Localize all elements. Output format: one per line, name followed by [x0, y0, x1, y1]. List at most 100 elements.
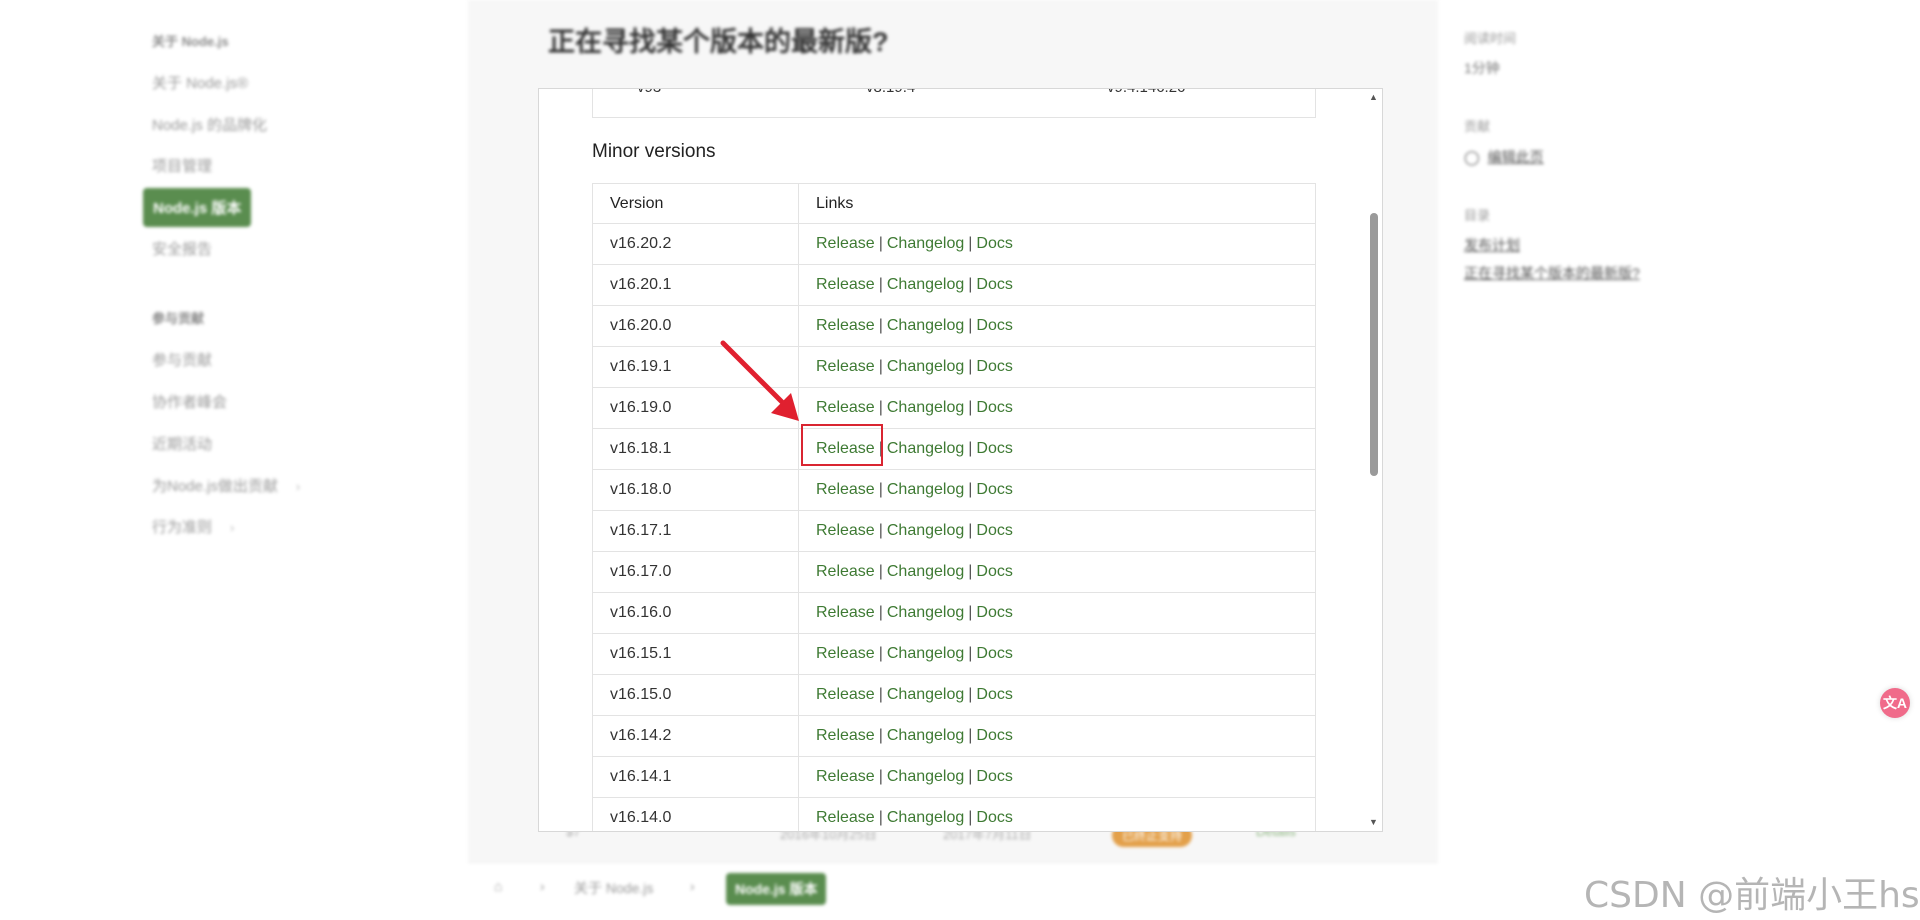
version-cell: v16.17.0	[592, 551, 799, 593]
separator: |	[878, 522, 883, 539]
changelog-link[interactable]: Changelog	[887, 522, 964, 539]
changelog-link[interactable]: Changelog	[887, 399, 964, 416]
nav-item-get-involved-label: 为Node.js做出贡献	[152, 478, 278, 495]
docs-link[interactable]: Docs	[976, 440, 1012, 457]
separator: |	[968, 481, 973, 498]
nav-item-security[interactable]: 安全报告	[152, 238, 212, 259]
nav-item-about[interactable]: 关于 Node.js®	[152, 72, 248, 93]
scroll-up-icon[interactable]: ▲	[1369, 92, 1378, 102]
release-link[interactable]: Release	[816, 604, 875, 621]
changelog-link[interactable]: Changelog	[887, 317, 964, 334]
table-row: v16.17.0 Release | Changelog | Docs	[592, 551, 1316, 593]
separator: |	[968, 317, 973, 334]
changelog-link[interactable]: Changelog	[887, 727, 964, 744]
nav-item-governance[interactable]: 项目管理	[152, 155, 212, 176]
links-cell: Release | Changelog | Docs	[798, 551, 1316, 593]
separator: |	[968, 563, 973, 580]
version-cell: v16.14.1	[592, 756, 799, 798]
table-row: v16.14.0 Release | Changelog | Docs	[592, 797, 1316, 831]
release-link[interactable]: Release	[816, 276, 875, 293]
nav-item-branding[interactable]: Node.js 的品牌化	[152, 114, 267, 135]
toc-label: 目录	[1464, 208, 1491, 223]
github-icon: ◯	[1464, 149, 1480, 165]
docs-link[interactable]: Docs	[976, 809, 1012, 826]
docs-link[interactable]: Docs	[976, 645, 1012, 662]
changelog-link[interactable]: Changelog	[887, 768, 964, 785]
separator: |	[968, 440, 973, 457]
docs-link[interactable]: Docs	[976, 399, 1012, 416]
nav-heading-about: 关于 Node.js	[152, 34, 229, 49]
nav-item-code-of-conduct[interactable]: 行为准则 ›	[152, 516, 234, 537]
separator: |	[878, 686, 883, 703]
breadcrumb: ⌂ › 关于 Node.js › Node.js 版本	[468, 862, 1438, 920]
release-link[interactable]: Release	[816, 358, 875, 375]
changelog-link[interactable]: Changelog	[887, 645, 964, 662]
prev-cell-zlib: v9.4.146.26	[1107, 89, 1185, 96]
docs-link[interactable]: Docs	[976, 358, 1012, 375]
links-cell: Release | Changelog | Docs	[798, 715, 1316, 757]
changelog-link[interactable]: Changelog	[887, 235, 964, 252]
scroll-down-icon[interactable]: ▼	[1369, 817, 1378, 827]
table-row: v16.15.1 Release | Changelog | Docs	[592, 633, 1316, 675]
chevron-right-icon: ›	[690, 878, 695, 894]
toc-item-looking-for-latest[interactable]: 正在寻找某个版本的最新版?	[1464, 263, 1640, 283]
separator: |	[878, 809, 883, 826]
version-cell: v16.18.1	[592, 428, 799, 470]
changelog-link[interactable]: Changelog	[887, 809, 964, 826]
release-link[interactable]: Release	[816, 235, 875, 252]
docs-link[interactable]: Docs	[976, 235, 1012, 252]
separator: |	[968, 399, 973, 416]
version-cell: v16.16.0	[592, 592, 799, 634]
release-link[interactable]: Release	[816, 727, 875, 744]
minor-versions-table: Version Links v16.20.2 Release | Changelog |…	[592, 183, 1316, 831]
nav-item-collab-summit[interactable]: 协作者峰会	[152, 391, 227, 412]
breadcrumb-item-about[interactable]: 关于 Node.js	[574, 878, 653, 898]
release-link[interactable]: Release	[816, 768, 875, 785]
home-icon[interactable]: ⌂	[494, 878, 502, 894]
scrollbar-thumb[interactable]	[1370, 213, 1378, 476]
docs-link[interactable]: Docs	[976, 522, 1012, 539]
links-cell: Release | Changelog | Docs	[798, 305, 1316, 347]
release-link[interactable]: Release	[816, 317, 875, 334]
links-cell: Release | Changelog | Docs	[798, 756, 1316, 798]
docs-link[interactable]: Docs	[976, 604, 1012, 621]
toc-item-schedule[interactable]: 发布计划	[1464, 235, 1520, 255]
docs-link[interactable]: Docs	[976, 481, 1012, 498]
changelog-link[interactable]: Changelog	[887, 563, 964, 580]
docs-link[interactable]: Docs	[976, 276, 1012, 293]
links-cell: Release | Changelog | Docs	[798, 510, 1316, 552]
release-link[interactable]: Release	[816, 522, 875, 539]
modal-scrollbar[interactable]: ▲ ▼	[1366, 89, 1382, 831]
changelog-link[interactable]: Changelog	[887, 358, 964, 375]
release-link[interactable]: Release	[816, 686, 875, 703]
column-header-links: Links	[798, 183, 1316, 224]
changelog-link[interactable]: Changelog	[887, 686, 964, 703]
changelog-link[interactable]: Changelog	[887, 440, 964, 457]
separator: |	[968, 686, 973, 703]
docs-link[interactable]: Docs	[976, 563, 1012, 580]
release-link[interactable]: Release	[816, 481, 875, 498]
version-cell: v16.14.0	[592, 797, 799, 831]
changelog-link[interactable]: Changelog	[887, 604, 964, 621]
nav-item-events[interactable]: 近期活动	[152, 433, 212, 454]
links-cell: Release | Changelog | Docs	[798, 223, 1316, 265]
docs-link[interactable]: Docs	[976, 727, 1012, 744]
release-link[interactable]: Release	[816, 809, 875, 826]
docs-link[interactable]: Docs	[976, 768, 1012, 785]
docs-link[interactable]: Docs	[976, 686, 1012, 703]
nav-item-releases[interactable]: Node.js 版本	[143, 188, 252, 227]
release-link[interactable]: Release	[816, 563, 875, 580]
prev-cell-v8: v93	[637, 89, 661, 96]
edit-page-link[interactable]: ◯ 编辑此页	[1464, 147, 1544, 167]
translate-icon[interactable]: 文A	[1880, 688, 1910, 718]
nav-item-get-involved[interactable]: 为Node.js做出贡献 ›	[152, 475, 300, 496]
watermark: CSDN @前端小王hs	[1584, 875, 1920, 916]
release-link[interactable]: Release	[816, 645, 875, 662]
changelog-link[interactable]: Changelog	[887, 481, 964, 498]
release-link[interactable]: Release	[816, 399, 875, 416]
nav-item-contribute[interactable]: 参与贡献	[152, 349, 212, 370]
version-cell: v16.17.1	[592, 510, 799, 552]
docs-link[interactable]: Docs	[976, 317, 1012, 334]
table-row: v16.20.2 Release | Changelog | Docs	[592, 223, 1316, 265]
changelog-link[interactable]: Changelog	[887, 276, 964, 293]
